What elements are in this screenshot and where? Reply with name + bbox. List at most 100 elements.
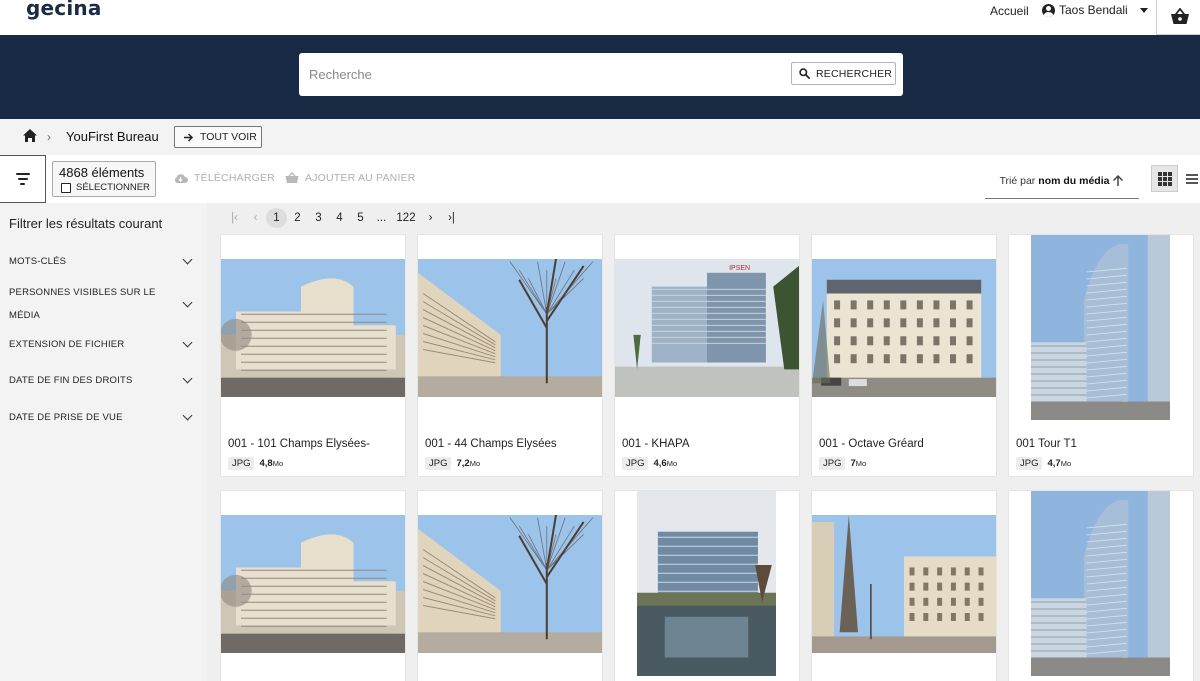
see-all-label: TOUT VOIR <box>200 131 257 143</box>
facet-label: DATE DE PRISE DE VUE <box>9 412 123 423</box>
media-thumbnail[interactable] <box>221 515 405 653</box>
media-card[interactable] <box>1008 490 1194 681</box>
file-size-unit: Mo <box>666 459 678 468</box>
sort-selector[interactable]: Trié par nom du média <box>985 163 1139 199</box>
file-size-value: 4,6 <box>653 458 667 469</box>
filter-icon-line <box>20 183 25 185</box>
file-extension-badge: JPG <box>228 457 255 470</box>
search-box: RECHERCHE R <box>299 53 903 96</box>
basket-add-icon <box>285 172 299 183</box>
page-5[interactable]: 5 <box>350 208 371 228</box>
nav-link-home[interactable]: Accueil <box>990 4 1029 18</box>
facet-label: MOTS-CLÉS <box>9 256 67 267</box>
search-button[interactable]: RECHERCHER <box>791 62 896 85</box>
user-menu[interactable]: Taos Bendali <box>1042 3 1148 17</box>
media-title: 001 Tour T1 <box>1016 438 1077 450</box>
media-card[interactable]: 001 - 44 Champs Elysées JPG 7,2Mo <box>417 234 603 477</box>
sort-prefix: Trié par <box>999 174 1036 187</box>
prev-page-icon[interactable]: ‹ <box>245 208 266 228</box>
add-to-cart-button[interactable]: AJOUTER AU PANIER <box>285 172 416 184</box>
page-2[interactable]: 2 <box>287 208 308 228</box>
media-card[interactable]: IPSEN 001 - KHAPA JPG 4,6Mo <box>614 234 800 477</box>
facet-label: EXTENSION DE FICHIER <box>9 339 125 350</box>
add-to-cart-label: AJOUTER AU PANIER <box>305 172 416 184</box>
media-thumbnail[interactable] <box>221 259 405 397</box>
home-icon[interactable] <box>22 128 38 143</box>
media-title: 001 - 44 Champs Elysées <box>425 438 557 450</box>
filter-sidebar: Filtrer les résultats courant MOTS-CLÉS … <box>0 203 207 681</box>
file-size-unit: Mo <box>1060 459 1072 468</box>
next-page-icon[interactable]: › <box>420 208 441 228</box>
result-count-box: 4868 éléments SÉLECTIONNER <box>52 161 156 197</box>
file-size-value: 7,2 <box>456 458 470 469</box>
gecina-logo[interactable]: gecina <box>26 0 102 20</box>
media-thumbnail[interactable] <box>637 491 776 676</box>
page-3[interactable]: 3 <box>308 208 329 228</box>
file-extension-badge: JPG <box>425 457 452 470</box>
file-extension-badge: JPG <box>819 457 846 470</box>
facet-label: DATE DE FIN DES DROITS <box>9 375 133 386</box>
media-card[interactable] <box>417 490 603 681</box>
facet-label-line-2: MÉDIA <box>9 310 41 321</box>
facet-keywords[interactable]: MOTS-CLÉS <box>9 250 194 273</box>
filter-icon-line <box>17 178 28 180</box>
search-button-label: RECHERCHER <box>816 67 893 80</box>
media-thumbnail[interactable] <box>1031 491 1170 676</box>
basket-icon <box>1171 7 1189 24</box>
media-title: 001 - Octave Gréard <box>819 438 924 450</box>
media-thumbnail[interactable] <box>1031 235 1170 420</box>
arrow-up-icon[interactable] <box>1112 174 1124 187</box>
see-all-button[interactable]: TOUT VOIR <box>174 126 262 148</box>
file-size: 4,7Mo <box>1047 458 1071 469</box>
media-card[interactable] <box>220 490 406 681</box>
user-name: Taos Bendali <box>1059 3 1128 17</box>
grid-view-icon[interactable] <box>1151 165 1178 192</box>
download-label: TÉLÉCHARGER <box>194 172 275 184</box>
breadcrumb: › YouFirst Bureau TOUT VOIR <box>0 119 1200 155</box>
first-page-icon[interactable]: |‹ <box>224 208 245 228</box>
last-page-icon[interactable]: ›| <box>441 208 462 228</box>
media-card[interactable] <box>614 490 800 681</box>
media-thumbnail[interactable] <box>418 515 602 653</box>
media-thumbnail[interactable] <box>812 515 996 653</box>
page-ellipsis: ... <box>376 212 387 224</box>
media-thumbnail[interactable] <box>812 259 996 397</box>
file-size-unit: Mo <box>272 459 284 468</box>
facet-visible-people[interactable]: PERSONNES VISIBLES SUR LE MÉDIA <box>9 281 194 327</box>
page-1[interactable]: 1 <box>266 208 287 228</box>
media-meta: JPG 7,2Mo <box>425 457 480 470</box>
media-title: 001 - KHAPA <box>622 438 690 450</box>
file-size: 4,8Mo <box>259 458 283 469</box>
select-all-checkbox[interactable]: SÉLECTIONNER <box>61 182 150 193</box>
media-card[interactable]: 001 - 101 Champs Elysées- JPG 4,8Mo <box>220 234 406 477</box>
media-card[interactable] <box>811 490 997 681</box>
chevron-down-icon <box>182 373 193 384</box>
download-button[interactable]: TÉLÉCHARGER <box>173 172 275 184</box>
sort-field: nom du média <box>1038 174 1110 187</box>
media-thumbnail[interactable]: IPSEN <box>615 259 799 397</box>
file-size-unit: Mo <box>855 459 867 468</box>
facet-file-extension[interactable]: EXTENSION DE FICHIER <box>9 333 194 356</box>
page-last-number[interactable]: 122 <box>392 208 420 228</box>
page-4[interactable]: 4 <box>329 208 350 228</box>
media-card[interactable]: 001 Tour T1 JPG 4,7Mo <box>1008 234 1194 477</box>
media-card[interactable]: 001 - Octave Gréard JPG 7Mo <box>811 234 997 477</box>
results-toolbar: 4868 éléments SÉLECTIONNER TÉLÉCHARGER A… <box>0 155 1200 203</box>
arrow-right-icon <box>184 132 194 142</box>
filter-toggle-button[interactable] <box>0 155 46 203</box>
svg-text:IPSEN: IPSEN <box>729 265 750 272</box>
file-extension-badge: JPG <box>622 457 649 470</box>
facet-rights-end-date[interactable]: DATE DE FIN DES DROITS <box>9 369 194 392</box>
checkbox-icon <box>61 182 71 193</box>
cart-button[interactable] <box>1156 0 1200 35</box>
file-size: 7,2Mo <box>456 458 480 469</box>
media-thumbnail[interactable] <box>418 259 602 397</box>
filter-title: Filtrer les résultats courant <box>9 216 163 231</box>
breadcrumb-current: YouFirst Bureau <box>66 129 159 144</box>
search-band: RECHERCHE R <box>0 35 1200 119</box>
list-view-icon[interactable] <box>1179 165 1200 192</box>
facet-shooting-date[interactable]: DATE DE PRISE DE VUE <box>9 406 194 429</box>
search-icon <box>799 68 810 79</box>
media-title: 001 - 101 Champs Elysées- <box>228 438 370 450</box>
search-input[interactable] <box>309 64 779 84</box>
